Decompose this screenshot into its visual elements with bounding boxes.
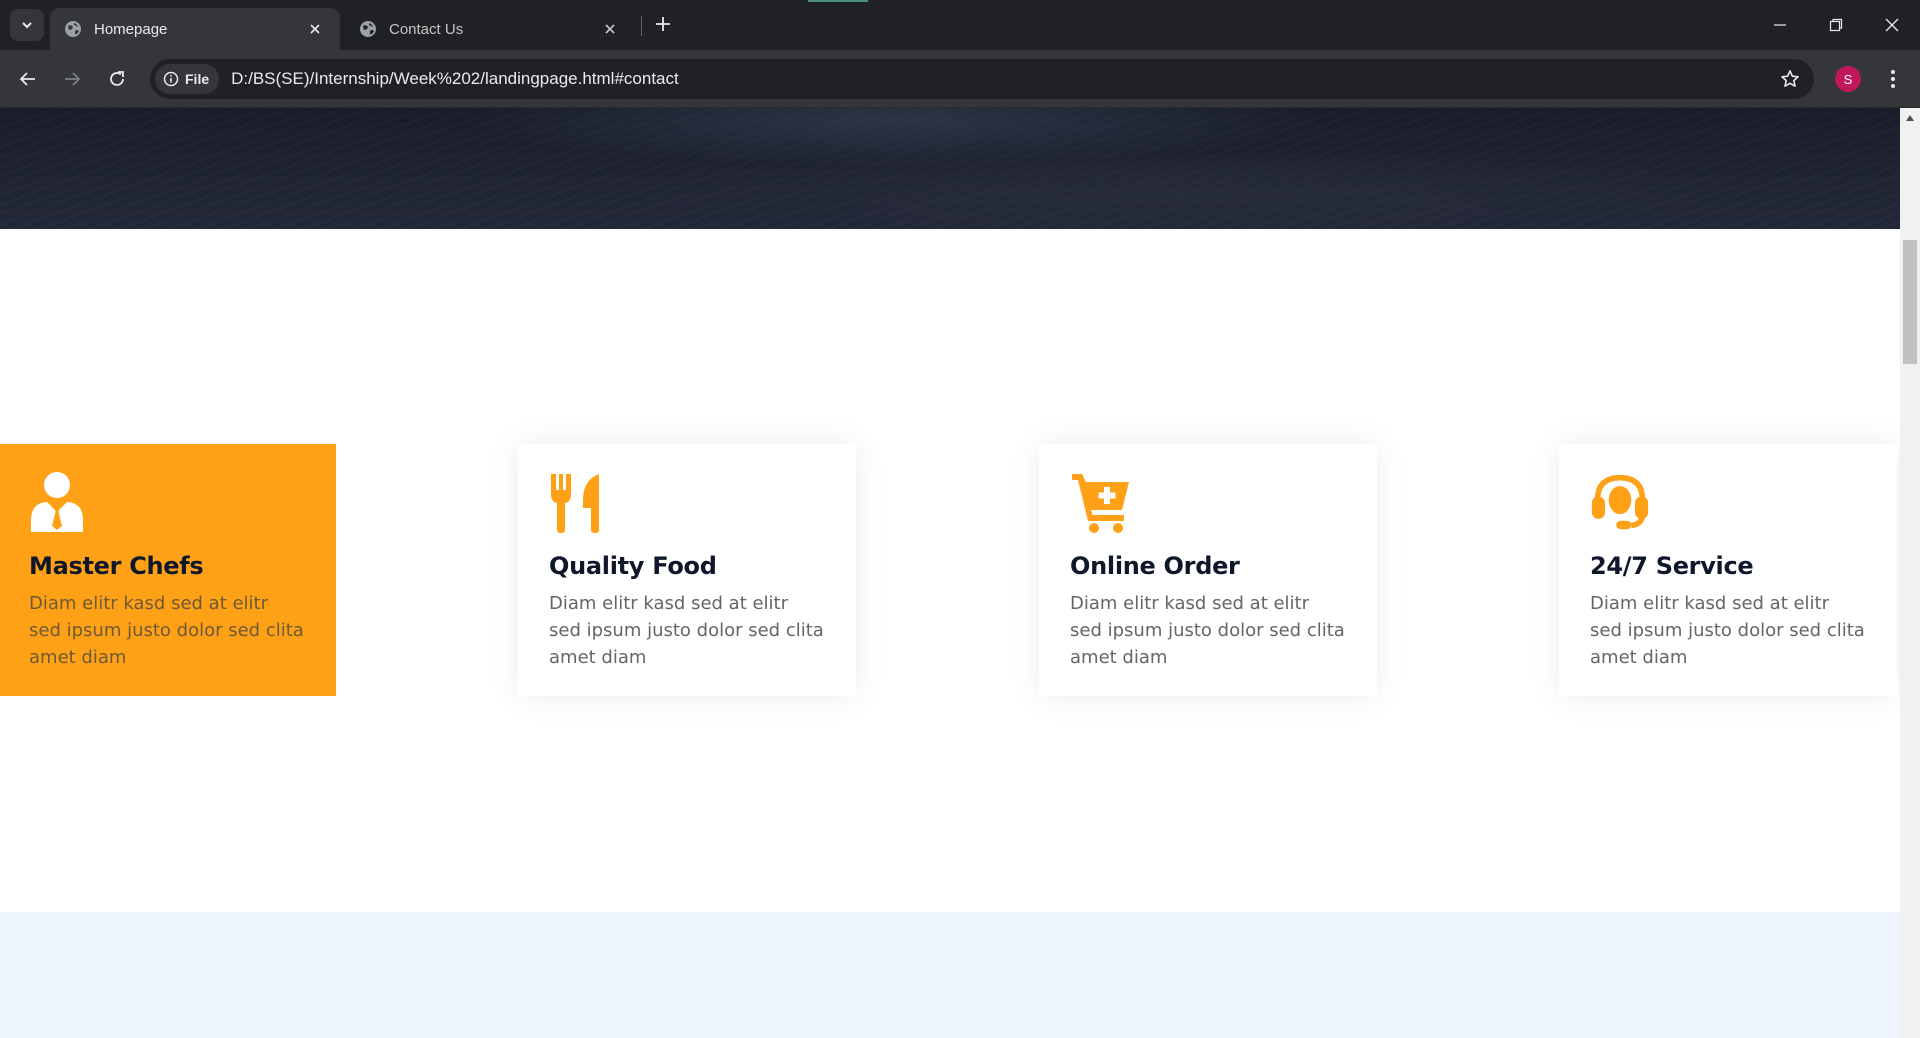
close-icon — [605, 24, 615, 34]
browser-toolbar: File D:/BS(SE)/Internship/Week%202/landi… — [0, 50, 1920, 108]
restore-button[interactable] — [1808, 0, 1864, 50]
service-description: Diam elitr kasd sed at elitr sed ipsum j… — [29, 593, 304, 668]
service-title: Online Order — [1070, 552, 1240, 580]
browser-menu-button[interactable] — [1880, 65, 1906, 93]
forward-button[interactable] — [56, 63, 88, 95]
tab-title: Homepage — [94, 20, 168, 38]
page-viewport: Master Chefs Diam elitr kasd sed at elit… — [0, 108, 1900, 1038]
utensils-icon — [551, 474, 599, 533]
tab-close-button[interactable] — [304, 18, 326, 40]
scroll-thumb[interactable] — [1903, 240, 1917, 364]
address-bar[interactable]: File D:/BS(SE)/Internship/Week%202/landi… — [150, 59, 1814, 99]
close-window-button[interactable] — [1864, 0, 1920, 50]
arrow-left-icon — [19, 72, 35, 86]
service-card-master-chefs[interactable]: Master Chefs Diam elitr kasd sed at elit… — [0, 444, 336, 696]
more-vertical-icon — [1891, 70, 1895, 88]
close-icon — [310, 24, 320, 34]
tab-contact-us[interactable]: Contact Us — [345, 8, 635, 50]
minimize-button[interactable] — [1752, 0, 1808, 50]
service-title: Master Chefs — [29, 552, 204, 580]
reload-icon — [110, 71, 124, 86]
globe-icon — [360, 21, 376, 37]
scroll-up-button[interactable] — [1900, 108, 1920, 128]
service-title: Quality Food — [549, 552, 717, 580]
tab-homepage[interactable]: Homepage — [50, 8, 340, 50]
tab-close-button[interactable] — [599, 18, 621, 40]
restore-icon — [1829, 18, 1843, 32]
services-section: Master Chefs Diam elitr kasd sed at elit… — [0, 444, 1900, 696]
master-chef-icon — [31, 472, 83, 532]
tab-separator — [641, 16, 642, 36]
service-description: Diam elitr kasd sed at elitr sed ipsum j… — [549, 593, 824, 668]
plus-icon — [656, 17, 670, 31]
info-icon — [163, 71, 179, 87]
new-tab-button[interactable] — [650, 11, 676, 37]
reload-button[interactable] — [101, 63, 133, 95]
headset-icon — [1591, 474, 1649, 530]
service-card-24-7-service[interactable]: 24/7 Service Diam elitr kasd sed at elit… — [1559, 444, 1897, 696]
star-icon — [1781, 70, 1799, 87]
tab-title: Contact Us — [389, 20, 464, 38]
tab-search-button[interactable] — [10, 9, 44, 41]
drag-indicator — [808, 0, 868, 2]
service-description: Diam elitr kasd sed at elitr sed ipsum j… — [1070, 593, 1345, 668]
service-card-quality-food[interactable]: Quality Food Diam elitr kasd sed at elit… — [518, 444, 856, 696]
close-icon — [1885, 18, 1899, 32]
triangle-up-icon — [1906, 115, 1914, 121]
service-card-online-order[interactable]: Online Order Diam elitr kasd sed at elit… — [1039, 444, 1377, 696]
arrow-right-icon — [65, 72, 81, 86]
back-button[interactable] — [12, 63, 44, 95]
service-description: Diam elitr kasd sed at elitr sed ipsum j… — [1590, 593, 1865, 668]
service-title: 24/7 Service — [1590, 552, 1754, 580]
window-controls — [1752, 0, 1920, 50]
site-chip-label: File — [185, 71, 210, 87]
hero-banner — [0, 108, 1900, 229]
site-info-chip[interactable]: File — [155, 64, 220, 94]
cart-plus-icon — [1072, 474, 1129, 533]
tab-strip: Homepage Contact Us — [0, 0, 1920, 50]
profile-avatar[interactable]: S — [1835, 66, 1861, 92]
bookmark-button[interactable] — [1778, 67, 1802, 91]
chevron-down-icon — [22, 22, 32, 29]
url-text: D:/BS(SE)/Internship/Week%202/landingpag… — [231, 69, 679, 88]
about-section-top — [0, 912, 1900, 1038]
minimize-icon — [1774, 24, 1786, 26]
page-scrollbar[interactable] — [1900, 108, 1920, 1038]
globe-icon — [65, 21, 81, 37]
